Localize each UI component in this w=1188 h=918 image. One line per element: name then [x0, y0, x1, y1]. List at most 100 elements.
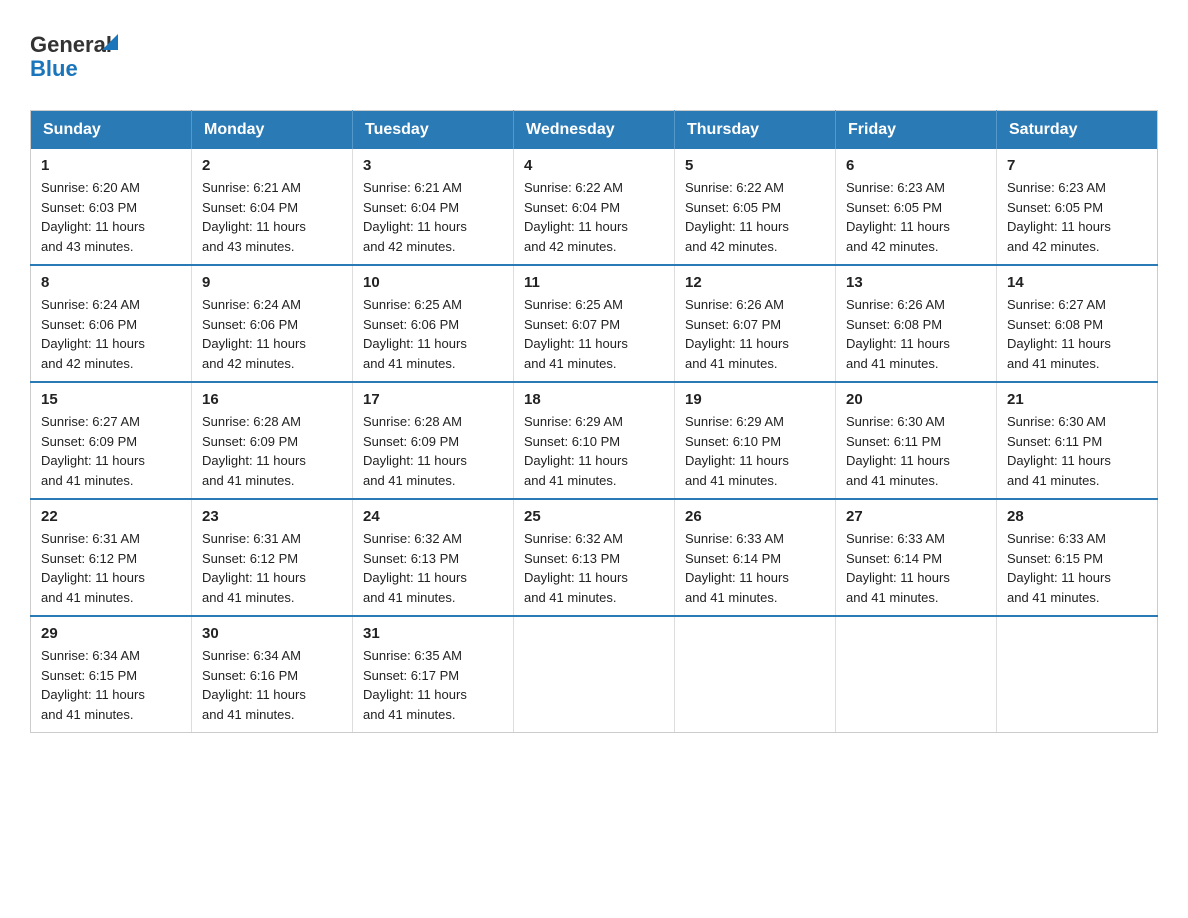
calendar-cell: 17 Sunrise: 6:28 AM Sunset: 6:09 PM Dayl…	[353, 382, 514, 499]
day-info: Sunrise: 6:21 AM Sunset: 6:04 PM Dayligh…	[363, 178, 503, 256]
day-number: 1	[41, 157, 181, 174]
day-number: 21	[1007, 391, 1147, 408]
day-number: 11	[524, 274, 664, 291]
logo-icon: General Blue	[30, 20, 120, 90]
day-info: Sunrise: 6:28 AM Sunset: 6:09 PM Dayligh…	[363, 412, 503, 490]
calendar-cell	[836, 616, 997, 733]
day-info: Sunrise: 6:33 AM Sunset: 6:14 PM Dayligh…	[685, 529, 825, 607]
calendar-cell: 3 Sunrise: 6:21 AM Sunset: 6:04 PM Dayli…	[353, 149, 514, 265]
calendar-cell: 7 Sunrise: 6:23 AM Sunset: 6:05 PM Dayli…	[997, 149, 1158, 265]
day-info: Sunrise: 6:34 AM Sunset: 6:15 PM Dayligh…	[41, 646, 181, 724]
calendar-cell: 8 Sunrise: 6:24 AM Sunset: 6:06 PM Dayli…	[31, 265, 192, 382]
column-header-saturday: Saturday	[997, 111, 1158, 150]
calendar-cell	[997, 616, 1158, 733]
calendar-cell: 9 Sunrise: 6:24 AM Sunset: 6:06 PM Dayli…	[192, 265, 353, 382]
calendar-cell: 27 Sunrise: 6:33 AM Sunset: 6:14 PM Dayl…	[836, 499, 997, 616]
calendar-week-1: 1 Sunrise: 6:20 AM Sunset: 6:03 PM Dayli…	[31, 149, 1158, 265]
day-info: Sunrise: 6:29 AM Sunset: 6:10 PM Dayligh…	[524, 412, 664, 490]
calendar-week-3: 15 Sunrise: 6:27 AM Sunset: 6:09 PM Dayl…	[31, 382, 1158, 499]
calendar-cell	[514, 616, 675, 733]
day-number: 22	[41, 508, 181, 525]
day-number: 29	[41, 625, 181, 642]
day-number: 12	[685, 274, 825, 291]
day-number: 6	[846, 157, 986, 174]
page-header: General Blue	[30, 20, 1158, 90]
calendar-cell: 5 Sunrise: 6:22 AM Sunset: 6:05 PM Dayli…	[675, 149, 836, 265]
calendar-cell: 14 Sunrise: 6:27 AM Sunset: 6:08 PM Dayl…	[997, 265, 1158, 382]
calendar-cell: 24 Sunrise: 6:32 AM Sunset: 6:13 PM Dayl…	[353, 499, 514, 616]
day-number: 14	[1007, 274, 1147, 291]
day-number: 27	[846, 508, 986, 525]
day-info: Sunrise: 6:31 AM Sunset: 6:12 PM Dayligh…	[202, 529, 342, 607]
day-info: Sunrise: 6:21 AM Sunset: 6:04 PM Dayligh…	[202, 178, 342, 256]
day-info: Sunrise: 6:22 AM Sunset: 6:04 PM Dayligh…	[524, 178, 664, 256]
day-number: 15	[41, 391, 181, 408]
calendar-week-5: 29 Sunrise: 6:34 AM Sunset: 6:15 PM Dayl…	[31, 616, 1158, 733]
day-info: Sunrise: 6:27 AM Sunset: 6:09 PM Dayligh…	[41, 412, 181, 490]
calendar-cell: 19 Sunrise: 6:29 AM Sunset: 6:10 PM Dayl…	[675, 382, 836, 499]
day-number: 7	[1007, 157, 1147, 174]
day-number: 24	[363, 508, 503, 525]
day-number: 2	[202, 157, 342, 174]
calendar-cell: 2 Sunrise: 6:21 AM Sunset: 6:04 PM Dayli…	[192, 149, 353, 265]
day-info: Sunrise: 6:35 AM Sunset: 6:17 PM Dayligh…	[363, 646, 503, 724]
column-header-monday: Monday	[192, 111, 353, 150]
day-number: 5	[685, 157, 825, 174]
day-info: Sunrise: 6:20 AM Sunset: 6:03 PM Dayligh…	[41, 178, 181, 256]
calendar-cell: 30 Sunrise: 6:34 AM Sunset: 6:16 PM Dayl…	[192, 616, 353, 733]
day-info: Sunrise: 6:24 AM Sunset: 6:06 PM Dayligh…	[202, 295, 342, 373]
day-info: Sunrise: 6:26 AM Sunset: 6:07 PM Dayligh…	[685, 295, 825, 373]
calendar-cell: 21 Sunrise: 6:30 AM Sunset: 6:11 PM Dayl…	[997, 382, 1158, 499]
logo: General Blue	[30, 20, 120, 90]
day-info: Sunrise: 6:32 AM Sunset: 6:13 PM Dayligh…	[363, 529, 503, 607]
day-number: 18	[524, 391, 664, 408]
calendar-cell: 11 Sunrise: 6:25 AM Sunset: 6:07 PM Dayl…	[514, 265, 675, 382]
calendar-cell: 31 Sunrise: 6:35 AM Sunset: 6:17 PM Dayl…	[353, 616, 514, 733]
day-number: 31	[363, 625, 503, 642]
calendar-cell: 13 Sunrise: 6:26 AM Sunset: 6:08 PM Dayl…	[836, 265, 997, 382]
day-info: Sunrise: 6:23 AM Sunset: 6:05 PM Dayligh…	[846, 178, 986, 256]
column-header-thursday: Thursday	[675, 111, 836, 150]
calendar-cell: 28 Sunrise: 6:33 AM Sunset: 6:15 PM Dayl…	[997, 499, 1158, 616]
day-info: Sunrise: 6:34 AM Sunset: 6:16 PM Dayligh…	[202, 646, 342, 724]
day-number: 10	[363, 274, 503, 291]
day-info: Sunrise: 6:32 AM Sunset: 6:13 PM Dayligh…	[524, 529, 664, 607]
day-info: Sunrise: 6:30 AM Sunset: 6:11 PM Dayligh…	[1007, 412, 1147, 490]
day-info: Sunrise: 6:26 AM Sunset: 6:08 PM Dayligh…	[846, 295, 986, 373]
day-info: Sunrise: 6:30 AM Sunset: 6:11 PM Dayligh…	[846, 412, 986, 490]
day-number: 8	[41, 274, 181, 291]
day-number: 26	[685, 508, 825, 525]
calendar-cell: 4 Sunrise: 6:22 AM Sunset: 6:04 PM Dayli…	[514, 149, 675, 265]
day-info: Sunrise: 6:29 AM Sunset: 6:10 PM Dayligh…	[685, 412, 825, 490]
calendar-cell: 15 Sunrise: 6:27 AM Sunset: 6:09 PM Dayl…	[31, 382, 192, 499]
day-info: Sunrise: 6:28 AM Sunset: 6:09 PM Dayligh…	[202, 412, 342, 490]
column-header-friday: Friday	[836, 111, 997, 150]
day-info: Sunrise: 6:33 AM Sunset: 6:15 PM Dayligh…	[1007, 529, 1147, 607]
day-number: 25	[524, 508, 664, 525]
column-header-wednesday: Wednesday	[514, 111, 675, 150]
day-number: 19	[685, 391, 825, 408]
calendar-cell: 6 Sunrise: 6:23 AM Sunset: 6:05 PM Dayli…	[836, 149, 997, 265]
day-number: 4	[524, 157, 664, 174]
calendar-header-row: SundayMondayTuesdayWednesdayThursdayFrid…	[31, 111, 1158, 150]
day-number: 20	[846, 391, 986, 408]
column-header-tuesday: Tuesday	[353, 111, 514, 150]
day-info: Sunrise: 6:31 AM Sunset: 6:12 PM Dayligh…	[41, 529, 181, 607]
day-info: Sunrise: 6:33 AM Sunset: 6:14 PM Dayligh…	[846, 529, 986, 607]
calendar-table: SundayMondayTuesdayWednesdayThursdayFrid…	[30, 110, 1158, 733]
day-info: Sunrise: 6:27 AM Sunset: 6:08 PM Dayligh…	[1007, 295, 1147, 373]
calendar-cell: 23 Sunrise: 6:31 AM Sunset: 6:12 PM Dayl…	[192, 499, 353, 616]
calendar-cell: 1 Sunrise: 6:20 AM Sunset: 6:03 PM Dayli…	[31, 149, 192, 265]
day-number: 23	[202, 508, 342, 525]
calendar-cell: 20 Sunrise: 6:30 AM Sunset: 6:11 PM Dayl…	[836, 382, 997, 499]
day-number: 30	[202, 625, 342, 642]
calendar-cell: 25 Sunrise: 6:32 AM Sunset: 6:13 PM Dayl…	[514, 499, 675, 616]
day-info: Sunrise: 6:25 AM Sunset: 6:07 PM Dayligh…	[524, 295, 664, 373]
svg-text:Blue: Blue	[30, 56, 78, 81]
calendar-cell: 12 Sunrise: 6:26 AM Sunset: 6:07 PM Dayl…	[675, 265, 836, 382]
calendar-cell: 22 Sunrise: 6:31 AM Sunset: 6:12 PM Dayl…	[31, 499, 192, 616]
calendar-cell: 16 Sunrise: 6:28 AM Sunset: 6:09 PM Dayl…	[192, 382, 353, 499]
calendar-cell: 29 Sunrise: 6:34 AM Sunset: 6:15 PM Dayl…	[31, 616, 192, 733]
day-info: Sunrise: 6:24 AM Sunset: 6:06 PM Dayligh…	[41, 295, 181, 373]
day-number: 9	[202, 274, 342, 291]
